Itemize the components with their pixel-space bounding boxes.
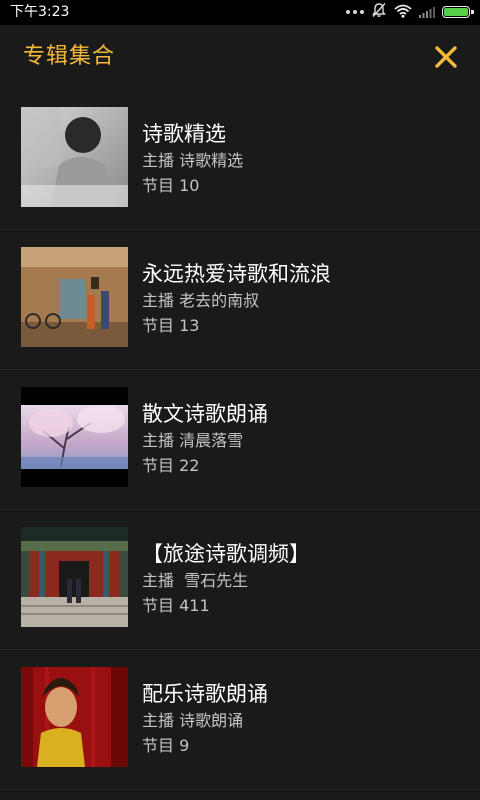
album-item[interactable]: 【旅途诗歌调频】 主播 雪石先生 节目 411 bbox=[0, 510, 480, 650]
album-episode-count: 节目 411 bbox=[142, 596, 210, 615]
album-cover bbox=[21, 107, 128, 207]
album-host: 主播 诗歌朗诵 bbox=[142, 711, 244, 730]
album-cover bbox=[21, 247, 128, 347]
close-button[interactable] bbox=[432, 43, 460, 71]
wifi-icon bbox=[394, 3, 412, 22]
album-episode-count: 节目 10 bbox=[142, 176, 200, 195]
album-episode-count: 节目 9 bbox=[142, 736, 190, 755]
album-cover bbox=[21, 387, 128, 487]
battery-icon bbox=[442, 6, 474, 18]
album-item[interactable]: 永远热爱诗歌和流浪 主播 老去的南叔 节目 13 bbox=[0, 230, 480, 370]
more-dots-icon bbox=[346, 10, 364, 14]
album-title: 诗歌精选 bbox=[142, 122, 226, 146]
album-host: 主播 诗歌精选 bbox=[142, 151, 244, 170]
album-cover bbox=[21, 667, 128, 767]
album-episode-count: 节目 13 bbox=[142, 316, 200, 335]
album-episode-count: 节目 22 bbox=[142, 456, 200, 475]
status-icons bbox=[346, 2, 474, 22]
album-item[interactable]: 诗歌精选 主播 诗歌精选 节目 10 bbox=[0, 90, 480, 230]
album-host: 主播 老去的南叔 bbox=[142, 291, 260, 310]
mute-icon bbox=[371, 2, 387, 22]
page-title: 专辑集合 bbox=[23, 44, 116, 69]
album-item[interactable]: 散文诗歌朗诵 主播 清晨落雪 节目 22 bbox=[0, 370, 480, 510]
album-title: 散文诗歌朗诵 bbox=[142, 402, 268, 426]
status-time: 下午3:23 bbox=[10, 4, 70, 20]
header: 专辑集合 bbox=[0, 25, 480, 89]
album-item[interactable]: 配乐诗歌朗诵 主播 诗歌朗诵 节目 9 bbox=[0, 650, 480, 790]
album-cover bbox=[21, 527, 128, 627]
album-list: 诗歌精选 主播 诗歌精选 节目 10 永远热爱诗歌和流浪 主播 老去的南叔 节目… bbox=[0, 90, 480, 790]
album-title: 【旅途诗歌调频】 bbox=[142, 542, 310, 566]
close-icon bbox=[435, 46, 457, 68]
album-title: 永远热爱诗歌和流浪 bbox=[142, 262, 331, 286]
status-bar: 下午3:23 bbox=[0, 0, 480, 25]
album-title: 配乐诗歌朗诵 bbox=[142, 682, 268, 706]
album-host: 主播 清晨落雪 bbox=[142, 431, 244, 450]
signal-icon bbox=[419, 3, 435, 22]
album-host: 主播 雪石先生 bbox=[142, 571, 249, 590]
